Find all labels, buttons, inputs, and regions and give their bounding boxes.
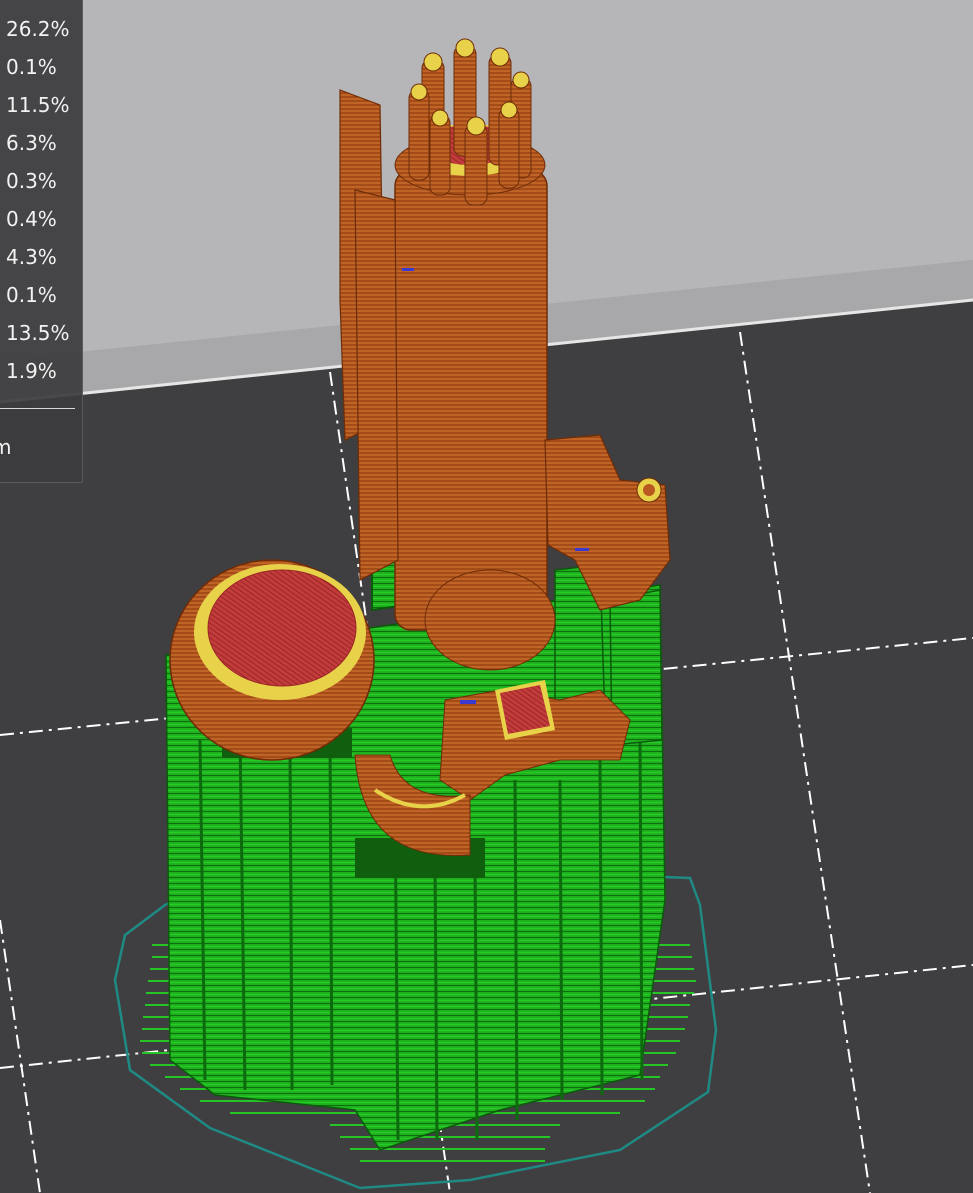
legend-percentage: 0.4%: [6, 207, 57, 231]
legend-percentage: 6.3%: [6, 131, 57, 155]
legend-divider: [0, 408, 75, 409]
legend-percentage: 11.5%: [6, 93, 70, 117]
legend-percentage: 1.9%: [6, 359, 57, 383]
legend-percentage: 26.2%: [6, 17, 70, 41]
legend-percentage: 0.3%: [6, 169, 57, 193]
legend-percentage: 4.3%: [6, 245, 57, 269]
legend-percentage: 0.1%: [6, 283, 57, 307]
3d-print-preview-viewport[interactable]: [0, 0, 973, 1193]
legend-percentage: 0.1%: [6, 55, 57, 79]
feature-type-legend-panel: 26.2% 0.1% 11.5% 6.3% 0.3% 0.4% 4.3% 0.1…: [0, 0, 83, 483]
legend-footer-text: m: [0, 435, 12, 459]
legend-percentage: 13.5%: [6, 321, 70, 345]
